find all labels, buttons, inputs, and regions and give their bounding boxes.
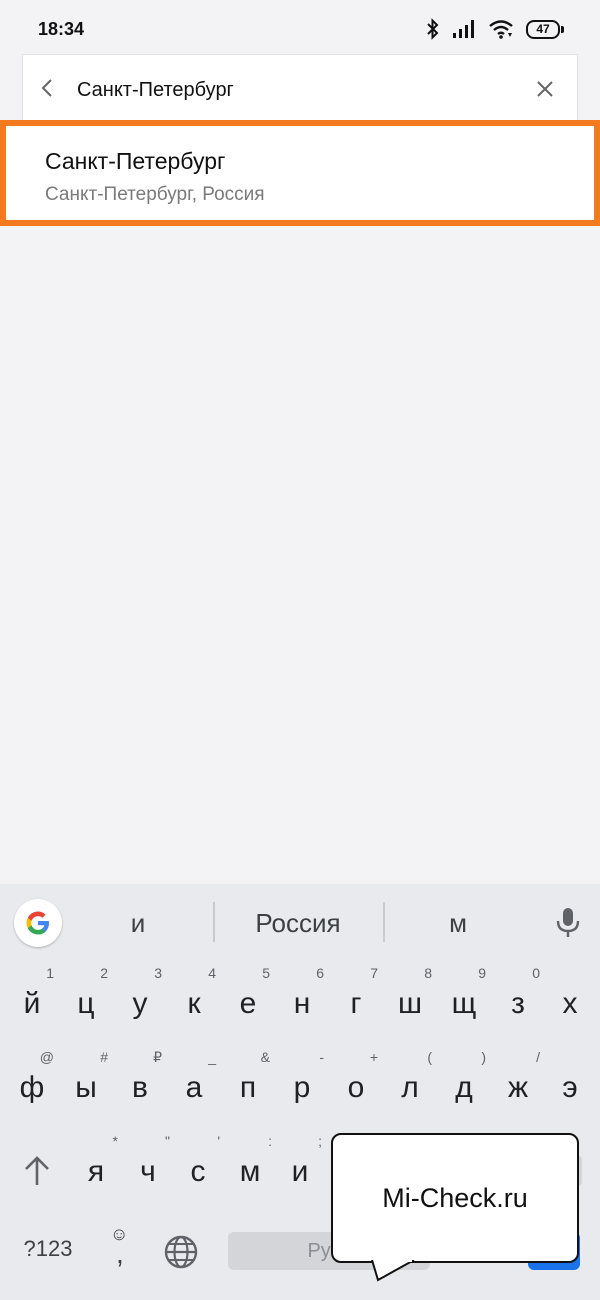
- key-о[interactable]: + о: [330, 1050, 382, 1120]
- key-ц[interactable]: 2ц: [60, 966, 112, 1036]
- key-к[interactable]: 4к: [168, 966, 220, 1036]
- watermark-callout: Mi-Check.ru: [331, 1133, 579, 1263]
- key-у[interactable]: 3у: [114, 966, 166, 1036]
- key-и[interactable]: ; и: [274, 1134, 326, 1204]
- status-icons: 47: [426, 18, 564, 40]
- callout-tail: [371, 1260, 415, 1282]
- result-title: Санкт-Петербург: [45, 148, 226, 174]
- key-н[interactable]: 6н: [276, 966, 328, 1036]
- suggestion-1[interactable]: и: [98, 908, 178, 939]
- comma-label: ,: [116, 1238, 124, 1269]
- shift-icon[interactable]: [20, 1154, 54, 1188]
- suggestion-3[interactable]: м: [418, 908, 498, 939]
- key-в[interactable]: ₽ в: [114, 1050, 166, 1120]
- status-time: 18:34: [38, 19, 85, 39]
- key-г[interactable]: 7г: [330, 966, 382, 1036]
- globe-icon[interactable]: [163, 1234, 199, 1270]
- key-ф[interactable]: @ ф: [6, 1050, 58, 1120]
- key-э[interactable]: э: [544, 1056, 596, 1120]
- key-щ[interactable]: 9щ: [438, 966, 490, 1036]
- search-bar[interactable]: Санкт-Петербург: [22, 54, 578, 122]
- key-ш[interactable]: 8ш: [384, 966, 436, 1036]
- key-х[interactable]: х: [544, 972, 596, 1036]
- key-р[interactable]: -р: [276, 1050, 328, 1120]
- back-arrow-icon[interactable]: [37, 77, 59, 99]
- comma-key[interactable]: ☺ ,: [106, 1224, 136, 1274]
- wifi-icon: [489, 20, 513, 39]
- battery-icon: 47: [526, 19, 564, 39]
- key-з[interactable]: 0з: [492, 966, 544, 1036]
- symbols-key[interactable]: ?123: [14, 1236, 82, 1262]
- key-ч[interactable]: " ч: [122, 1134, 174, 1204]
- battery-level: 47: [526, 19, 560, 39]
- key-д[interactable]: ) д: [438, 1050, 490, 1120]
- google-button[interactable]: [14, 899, 62, 947]
- key-с[interactable]: ' с: [172, 1134, 224, 1204]
- signal-icon: [453, 20, 474, 38]
- watermark-text: Mi-Check.ru: [382, 1183, 528, 1213]
- suggestion-2[interactable]: Россия: [224, 908, 372, 939]
- key-а[interactable]: _ а: [168, 1050, 220, 1120]
- search-result-item[interactable]: Санкт-Петербург Санкт-Петербург, Россия: [0, 120, 600, 226]
- key-я[interactable]: * я: [70, 1134, 122, 1204]
- key-ж[interactable]: / ж: [492, 1050, 544, 1120]
- suggestion-bar: и Россия м: [0, 884, 600, 960]
- key-л[interactable]: (л: [384, 1050, 436, 1120]
- key-ы[interactable]: # ы: [60, 1050, 112, 1120]
- clear-icon[interactable]: [535, 79, 555, 99]
- key-п[interactable]: & п: [222, 1050, 274, 1120]
- suggestion-divider: [213, 902, 215, 942]
- key-е[interactable]: 5е: [222, 966, 274, 1036]
- key-й[interactable]: 1й: [6, 966, 58, 1036]
- google-icon: [26, 911, 49, 935]
- result-subtitle: Санкт-Петербург, Россия: [45, 184, 265, 205]
- key-м[interactable]: :м: [224, 1134, 276, 1204]
- bluetooth-icon: [427, 18, 439, 40]
- status-bar: 18:34 47: [0, 0, 600, 58]
- search-input[interactable]: Санкт-Петербург: [77, 79, 234, 102]
- microphone-icon[interactable]: [554, 906, 582, 940]
- suggestion-divider: [383, 902, 385, 942]
